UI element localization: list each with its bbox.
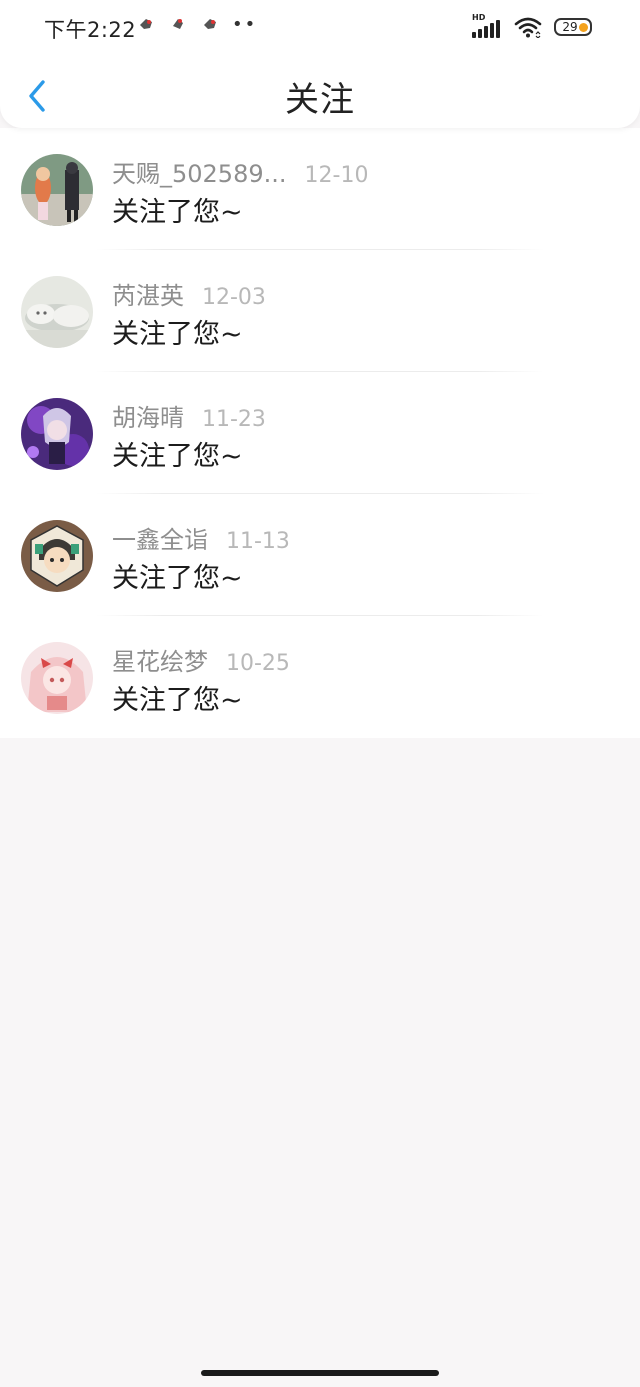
follow-message: 关注了您~	[112, 319, 243, 350]
avatar[interactable]	[21, 520, 93, 592]
battery-icon: 29	[554, 18, 592, 36]
follow-date: 11-13	[226, 529, 290, 554]
follower-name[interactable]: 胡海晴	[112, 398, 184, 433]
list-item[interactable]: 一鑫全诣 11-13 关注了您~	[0, 494, 640, 616]
follower-name[interactable]: 天赐_502589...	[112, 154, 287, 189]
battery-level: 29	[562, 20, 578, 34]
follower-list: 天赐_502589... 12-10 关注了您~ 芮湛英 12-03 关注了您~…	[0, 128, 640, 738]
name-line: 胡海晴 11-23	[112, 398, 266, 433]
avatar[interactable]	[21, 642, 93, 714]
notification-icon	[204, 19, 216, 29]
follow-date: 11-23	[202, 407, 266, 432]
name-line: 一鑫全诣 11-13	[112, 520, 290, 555]
follow-message: 关注了您~	[112, 441, 243, 472]
follower-name[interactable]: 星花绘梦	[112, 642, 208, 677]
status-time: 下午2:22	[44, 18, 137, 42]
avatar[interactable]	[21, 154, 93, 226]
notification-icon	[173, 19, 183, 29]
page-title: 关注	[285, 80, 355, 120]
notification-icon	[140, 19, 152, 29]
battery-saver-dot	[579, 23, 588, 32]
follow-date: 12-03	[202, 285, 266, 310]
follower-name[interactable]: 芮湛英	[112, 276, 184, 311]
follow-message: 关注了您~	[112, 685, 243, 716]
follow-date: 10-25	[226, 651, 290, 676]
header: 下午2:22 •• HD 29 关注	[0, 0, 640, 128]
follow-date: 12-10	[304, 163, 369, 188]
notification-icons	[138, 16, 218, 32]
list-item[interactable]: 胡海晴 11-23 关注了您~	[0, 372, 640, 494]
follower-name[interactable]: 一鑫全诣	[112, 520, 208, 555]
status-right: HD 29	[472, 13, 592, 38]
home-indicator[interactable]	[201, 1370, 439, 1376]
screen: 下午2:22 •• HD 29 关注 天赐_502589... 12-10 关注…	[0, 0, 640, 1387]
wifi-icon	[514, 17, 542, 38]
name-line: 芮湛英 12-03	[112, 276, 266, 311]
follow-message: 关注了您~	[112, 563, 243, 594]
list-item[interactable]: 芮湛英 12-03 关注了您~	[0, 250, 640, 372]
avatar[interactable]	[21, 276, 93, 348]
follow-message: 关注了您~	[112, 197, 243, 228]
signal-icon: HD	[472, 13, 502, 38]
list-item[interactable]: 天赐_502589... 12-10 关注了您~	[0, 128, 640, 250]
name-line: 天赐_502589... 12-10	[112, 154, 368, 189]
more-notifications: ••	[232, 14, 258, 35]
list-item[interactable]: 星花绘梦 10-25 关注了您~	[0, 616, 640, 738]
name-line: 星花绘梦 10-25	[112, 642, 290, 677]
avatar[interactable]	[21, 398, 93, 470]
